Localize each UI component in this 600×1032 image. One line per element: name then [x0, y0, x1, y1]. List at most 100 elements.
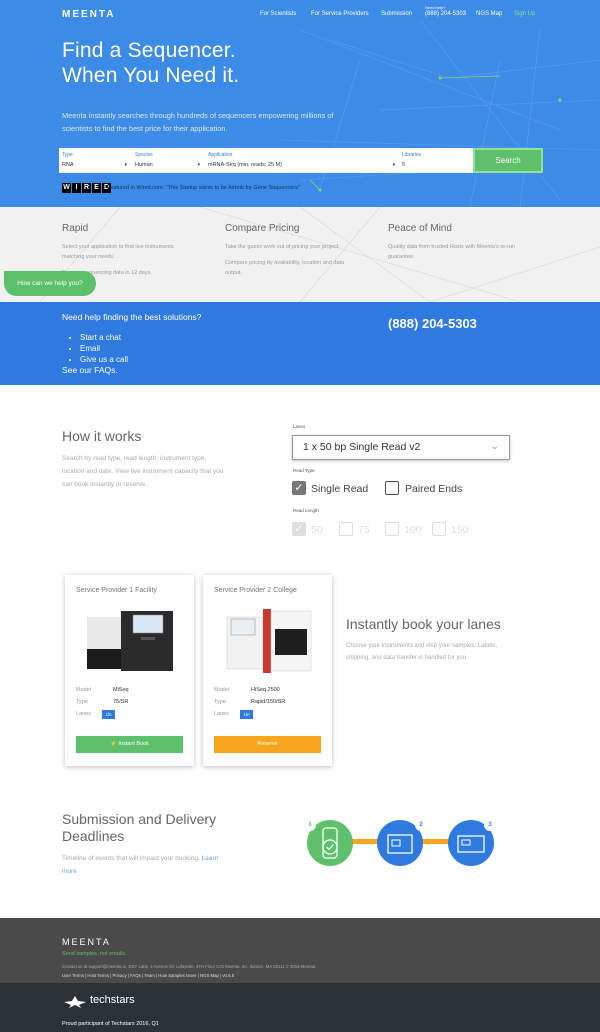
libraries-input[interactable]: Libraries 5	[399, 148, 473, 173]
chat-bubble-button[interactable]: How can we help you?	[4, 271, 96, 296]
footer-tagline: Send samples, not emails.	[62, 951, 127, 957]
single-read-checkbox[interactable]: ✓	[292, 481, 306, 495]
type-value: RNA	[62, 162, 74, 168]
lanes-badge: 1ln	[102, 710, 115, 719]
read-length-100-label: 100	[404, 524, 422, 536]
footer-links[interactable]: User Terms | Host Terms | Privacy | FAQs…	[62, 973, 234, 978]
species-select[interactable]: Species Human ▾	[132, 148, 204, 173]
read-length-150-label: 150	[451, 524, 469, 536]
wired-logo: W I R E D	[62, 183, 111, 193]
application-label: Application	[208, 152, 233, 158]
type-value: Rapid/150/SR	[251, 699, 286, 705]
hero-title-line1: Find a Sequencer.	[62, 39, 236, 62]
feature-text-line: matching your needs.	[62, 254, 115, 260]
nav-for-service-providers[interactable]: For Service Providers	[311, 11, 369, 17]
help-phone[interactable]: (888) 204-5303	[388, 316, 477, 331]
paired-ends-checkbox[interactable]	[385, 481, 399, 495]
read-length-50-checkbox[interactable]: ✓	[292, 522, 306, 536]
type-select[interactable]: Type RNA ▾	[59, 148, 131, 173]
lanes-value: 1 x 50 bp Single Read v2	[303, 441, 421, 453]
feature-text-line: output.	[225, 270, 242, 276]
model-value: MiSeq	[113, 687, 129, 693]
learn-more-link[interactable]: Learn	[202, 855, 219, 862]
reserve-button[interactable]: Reserve	[214, 736, 321, 753]
read-length-100-checkbox[interactable]	[385, 522, 399, 536]
lanes-select[interactable]: 1 x 50 bp Single Read v2 ⌄	[292, 435, 510, 460]
learn-more-link-2[interactable]: more	[62, 865, 218, 878]
feature-text-line: guarantee.	[388, 254, 415, 260]
application-select[interactable]: Application mRNA-Seq (min. reads: 25 M) …	[205, 148, 399, 173]
email-link[interactable]: Email	[80, 343, 128, 354]
instantly-book-title: Instantly book your lanes	[346, 616, 501, 632]
deadlines-title-line1: Submission and Delivery	[62, 811, 217, 827]
feature-pricing-text: Take the guess work out of pricing your …	[225, 242, 365, 278]
techstars-footer: techstars Proud participant of Techstars…	[0, 983, 600, 1032]
help-options: Start a chat Email Give us a call	[80, 332, 128, 365]
libraries-label: Libraries	[402, 152, 422, 158]
read-type-label: Read Type	[293, 468, 315, 473]
nav-submission[interactable]: Submission	[381, 11, 412, 17]
techstars-logo[interactable]: techstars	[90, 994, 135, 1006]
search-button[interactable]: Search	[473, 148, 543, 173]
type-value: 75/SR	[113, 699, 129, 705]
lanes-label: Lanes	[293, 424, 306, 429]
search-bar: Type RNA ▾ Species Human ▾ Application m…	[59, 148, 473, 173]
feature-text-line: Compare pricing by availability, locatio…	[225, 260, 345, 266]
wired-feature-link[interactable]: Featured in Wired.com: "This Startup wan…	[107, 185, 300, 191]
start-chat-link[interactable]: Start a chat	[80, 332, 128, 343]
feature-text-line: Select your application to find live ins…	[62, 244, 174, 250]
deadlines-title-line2: Deadlines	[62, 828, 125, 844]
nav-sign-up[interactable]: Sign Up	[514, 11, 535, 17]
chevron-down-icon: ▾	[197, 162, 200, 168]
feature-peace-title: Peace of Mind	[388, 223, 452, 234]
nav-ngs-map[interactable]: NGS Map	[476, 11, 502, 17]
provider-card[interactable]: Service Provider 1 Facility Model MiSeq …	[65, 575, 194, 766]
footer-logo[interactable]: MEENTA	[62, 937, 111, 947]
chevron-down-icon: ⌄	[490, 441, 499, 452]
read-length-150-checkbox[interactable]	[432, 522, 446, 536]
card-title: Service Provider 2 College	[214, 587, 297, 594]
faq-link[interactable]: See our FAQs.	[62, 365, 118, 375]
call-link[interactable]: Give us a call	[80, 354, 128, 365]
feature-rapid-title: Rapid	[62, 223, 89, 234]
book-text-line: shipping, and data transfer is handled f…	[346, 655, 468, 661]
read-length-75-checkbox[interactable]	[339, 522, 353, 536]
lanes-key: Lanes	[76, 711, 91, 717]
footer: MEENTA Send samples, not emails. Contact…	[0, 918, 600, 983]
hero-section: MEENTA For Scientists For Service Provid…	[0, 0, 600, 207]
wired-letter: I	[72, 183, 81, 193]
footer-contact: Contact us at support@meenta.io, DSV Lab…	[62, 964, 316, 969]
feature-peace-text: Quality data from trusted Hosts with Mee…	[388, 242, 528, 262]
chevron-down-icon: ▾	[392, 162, 395, 168]
lanes-badge: 1ln	[240, 710, 253, 719]
read-length-75-label: 75	[358, 524, 370, 536]
type-key: Type	[76, 699, 88, 705]
wired-letter: E	[92, 183, 101, 193]
book-text-line: Choose your instruments and ship your sa…	[346, 643, 498, 649]
step-number-1: 1	[304, 819, 316, 831]
model-value: HiSeq 2500	[251, 687, 280, 693]
feature-pricing-title: Compare Pricing	[225, 223, 300, 234]
how-it-works-title: How it works	[62, 428, 142, 444]
help-title: Need help finding the best solutions?	[62, 312, 202, 322]
instant-book-button[interactable]: ⚡ Instant Book	[76, 736, 183, 753]
instantly-book-text: Choose your instruments and ship your sa…	[346, 640, 497, 664]
hero-title-line2: When You Need it.	[62, 64, 240, 87]
type-label: Type	[62, 152, 73, 158]
lanes-key: Lanes	[214, 711, 229, 717]
provider-card[interactable]: Service Provider 2 College Model HiSeq 2…	[203, 575, 332, 766]
application-value: mRNA-Seq (min. reads: 25 M)	[208, 162, 282, 168]
wired-letter: R	[82, 183, 91, 193]
chevron-down-icon: ▾	[124, 162, 127, 168]
nav-phone[interactable]: (888) 204-5303	[425, 11, 466, 17]
hiseq-instrument-image	[226, 609, 312, 673]
deadlines-text: Timeline of events that will impact your…	[62, 852, 218, 878]
network-background	[279, 19, 600, 207]
nav-for-scientists[interactable]: For Scientists	[260, 11, 296, 17]
top-nav: MEENTA For Scientists For Service Provid…	[0, 0, 600, 28]
meenta-logo[interactable]: MEENTA	[62, 9, 115, 20]
how-it-works-text: Search by read type, read length, instru…	[62, 452, 223, 491]
feature-text-line: Quality data from trusted Hosts with Mee…	[388, 244, 515, 250]
model-key: Model	[76, 687, 91, 693]
help-section: Need help finding the best solutions? St…	[0, 302, 600, 385]
